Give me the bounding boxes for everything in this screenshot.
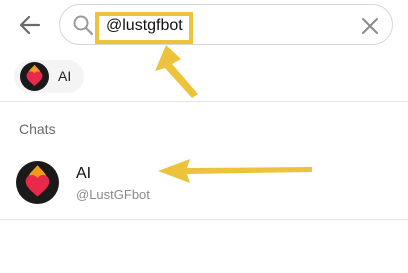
- clear-search-button[interactable]: [358, 14, 382, 38]
- chat-username: @LustGFbot: [76, 187, 150, 202]
- arrow-to-search-query: [155, 45, 198, 98]
- search-header: [0, 0, 408, 48]
- chat-title: AI: [76, 165, 92, 182]
- recent-chat-label: AI: [58, 68, 72, 84]
- flaming-heart-icon: [20, 62, 49, 91]
- search-icon: [73, 15, 94, 36]
- close-icon: [362, 18, 378, 34]
- chat-result-row[interactable]: AI @LustGFbot: [0, 154, 408, 218]
- back-button[interactable]: [14, 9, 46, 41]
- arrow-left-icon: [19, 15, 41, 35]
- divider: [0, 101, 408, 102]
- flaming-heart-icon: [16, 161, 59, 204]
- search-bar[interactable]: [59, 4, 393, 45]
- recent-chat-chip[interactable]: AI: [14, 60, 84, 93]
- search-input[interactable]: [100, 13, 250, 38]
- divider: [0, 219, 408, 220]
- chats-section-header: Chats: [19, 121, 56, 137]
